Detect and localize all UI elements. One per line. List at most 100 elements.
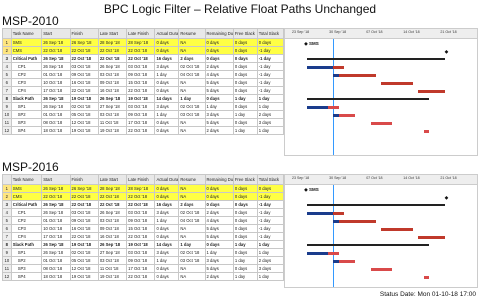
table-row[interactable]: 5 CP2 01 Oct '18 09 Oct '18 03 Oct '18 09 Oct…	[2, 70, 285, 79]
table-cell[interactable]: 0 days	[154, 264, 180, 273]
table-cell[interactable]: 03 Oct '18	[97, 110, 128, 119]
table-cell[interactable]: 1 day	[232, 126, 258, 135]
table-row[interactable]: 8 Slack Path 26 Sep '18 19 Oct '18 26 Sep '1…	[2, 240, 285, 249]
row-number[interactable]: 9	[2, 102, 12, 111]
table-cell[interactable]: 03 Oct '18	[178, 110, 206, 119]
table-row[interactable]: 7 CP4 17 Oct '18 22 Oct '18 16 Oct '18 22 Oct…	[2, 232, 285, 241]
column-header[interactable]: Start	[41, 28, 71, 39]
column-header[interactable]: Finish	[69, 28, 99, 39]
table-cell[interactable]: 5 days	[204, 224, 234, 233]
row-number[interactable]: 7	[2, 86, 12, 95]
row-number[interactable]: 12	[2, 272, 12, 281]
table-cell[interactable]: 3 days	[256, 118, 285, 127]
table-cell[interactable]: 1 day	[178, 94, 206, 103]
table-cell[interactable]: 16 Oct '18	[97, 86, 128, 95]
table-cell[interactable]: 19 Oct '18	[97, 126, 128, 135]
row-number[interactable]: 10	[2, 256, 12, 265]
column-header[interactable]: Late Start	[97, 174, 128, 185]
table-cell[interactable]: 19 Oct '18	[69, 94, 99, 103]
table-cell[interactable]: 26 Sep '18	[97, 62, 128, 71]
table-cell[interactable]: 26 Sep '18	[69, 38, 99, 47]
table-cell[interactable]: 26 Sep '18	[97, 94, 128, 103]
table-cell[interactable]: 19 Oct '18	[126, 94, 156, 103]
table-cell[interactable]: 02 Oct '18	[178, 208, 206, 217]
table-cell[interactable]: 02 Oct '18	[69, 102, 99, 111]
table-cell[interactable]: 1 day	[154, 70, 180, 79]
table-cell[interactable]: SMS	[10, 38, 43, 47]
task-bar-sp2[interactable]	[338, 259, 355, 263]
table-cell[interactable]: 0 days	[232, 62, 258, 71]
table-cell[interactable]: 22 Oct '18	[126, 54, 156, 63]
table-cell[interactable]: -1 day	[256, 70, 285, 79]
column-header[interactable]: Remaining Duration	[204, 28, 234, 39]
table-cell[interactable]: 26 Sep '18	[41, 94, 71, 103]
table-cell[interactable]: 0 days	[232, 54, 258, 63]
table-cell[interactable]: 22 Oct '18	[126, 46, 156, 55]
table-cell[interactable]: 0 days	[204, 94, 234, 103]
table-cell[interactable]: 0 days	[154, 224, 180, 233]
table-cell[interactable]: 26 Sep '18	[41, 102, 71, 111]
table-cell[interactable]: 22 Oct '18	[126, 192, 156, 201]
table-cell[interactable]: 17 Oct '18	[41, 232, 71, 241]
table-cell[interactable]: 03 Oct '18	[97, 216, 128, 225]
table-cell[interactable]: 03 Oct '18	[126, 62, 156, 71]
table-cell[interactable]: 10 Oct '18	[41, 224, 71, 233]
table-cell[interactable]: Slack Path	[10, 240, 43, 249]
column-header[interactable]	[2, 28, 12, 39]
table-cell[interactable]: 01 Oct '18	[41, 110, 71, 119]
row-number[interactable]: 1	[2, 38, 12, 47]
row-number[interactable]: 9	[2, 248, 12, 257]
table-cell[interactable]: 12 Oct '18	[69, 264, 99, 273]
table-row[interactable]: 4 CP1 26 Sep '18 03 Oct '18 26 Sep '18 03 Oct…	[2, 208, 285, 217]
table-cell[interactable]: -1 day	[256, 232, 285, 241]
table-cell[interactable]: 0 days	[232, 200, 258, 209]
table-cell[interactable]: SP2	[10, 110, 43, 119]
table-cell[interactable]: NA	[178, 224, 206, 233]
table-cell[interactable]: -1 day	[256, 78, 285, 87]
table-cell[interactable]: SP2	[10, 256, 43, 265]
table-cell[interactable]: 04 Oct '18	[178, 216, 206, 225]
table-cell[interactable]: 26 Sep '18	[41, 240, 71, 249]
table-cell[interactable]: 0 days	[154, 118, 180, 127]
table-cell[interactable]: 22 Oct '18	[97, 46, 128, 55]
table-cell[interactable]: 5 days	[204, 86, 234, 95]
table-cell[interactable]: 22 Oct '18	[97, 200, 128, 209]
table-cell[interactable]: 02 Oct '18	[178, 248, 206, 257]
progress-bar-sp1[interactable]	[306, 105, 329, 109]
row-number[interactable]: 1	[2, 184, 12, 193]
table-cell[interactable]: 3 days	[204, 110, 234, 119]
table-cell[interactable]: 5 days	[204, 118, 234, 127]
table-cell[interactable]: 1 day	[256, 94, 285, 103]
table-cell[interactable]: 0 days	[204, 192, 234, 201]
table-cell[interactable]: 09 Oct '18	[69, 216, 99, 225]
table-cell[interactable]: 1 day	[154, 110, 180, 119]
table-cell[interactable]: 26 Sep '18	[41, 62, 71, 71]
table-row[interactable]: 12 SP4 18 Oct '18 19 Oct '18 19 Oct '18 22 Oc…	[2, 126, 285, 135]
table-cell[interactable]: 10 Oct '18	[41, 78, 71, 87]
column-header[interactable]: Start	[41, 174, 71, 185]
table-cell[interactable]: 01 Oct '18	[41, 216, 71, 225]
table-cell[interactable]: CP3	[10, 78, 43, 87]
table-cell[interactable]: NA	[178, 38, 206, 47]
table-cell[interactable]: 22 Oct '18	[69, 54, 99, 63]
task-bar-sp3[interactable]	[370, 267, 392, 271]
table-row[interactable]: 11 SP3 08 Oct '18 12 Oct '18 11 Oct '18 17 Oc…	[2, 118, 285, 127]
table-cell[interactable]: 0 days	[232, 192, 258, 201]
table-cell[interactable]: 17 Oct '18	[41, 86, 71, 95]
task-bar-cp1[interactable]	[333, 211, 344, 215]
table-cell[interactable]: 19 Oct '18	[97, 272, 128, 281]
row-number[interactable]: 4	[2, 208, 12, 217]
table-cell[interactable]: 22 Oct '18	[126, 126, 156, 135]
row-number[interactable]: 5	[2, 216, 12, 225]
table-cell[interactable]: 0 days	[232, 78, 258, 87]
row-number[interactable]: 10	[2, 110, 12, 119]
table-cell[interactable]: 14 days	[154, 240, 180, 249]
table-cell[interactable]: 22 Oct '18	[126, 272, 156, 281]
row-number[interactable]: 7	[2, 232, 12, 241]
table-cell[interactable]: CP1	[10, 62, 43, 71]
column-header[interactable]: Free Slack	[232, 28, 258, 39]
table-cell[interactable]: 22 Oct '18	[41, 46, 71, 55]
table-cell[interactable]: 1 day	[204, 248, 234, 257]
table-cell[interactable]: -1 day	[256, 224, 285, 233]
task-bar-sp1[interactable]	[328, 251, 339, 255]
